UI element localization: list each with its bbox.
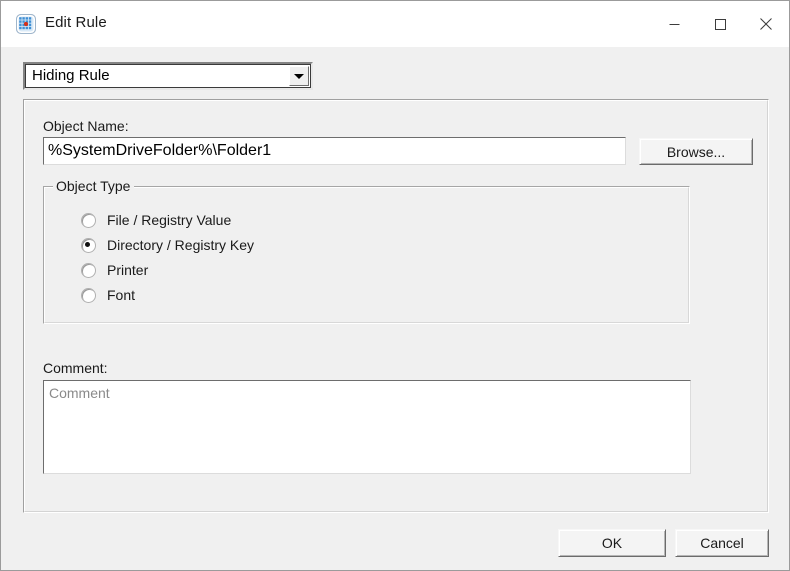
radio-mark-icon (81, 287, 96, 303)
rule-type-combo[interactable]: Hiding Rule (23, 62, 313, 90)
radio-label: File / Registry Value (107, 212, 232, 228)
radio-mark-icon (81, 212, 96, 228)
browse-button[interactable]: Browse... (639, 138, 753, 165)
chevron-down-icon[interactable] (289, 66, 309, 86)
radio-label: Printer (107, 262, 149, 278)
radio-file-registry-value[interactable]: File / Registry Value (81, 212, 231, 228)
object-name-label: Object Name: (43, 118, 129, 134)
radio-printer[interactable]: Printer (81, 262, 148, 278)
object-type-groupbox: Object Type File / Registry Value Direct… (43, 178, 690, 324)
radio-label: Directory / Registry Key (107, 237, 255, 253)
comment-textarea[interactable] (43, 380, 691, 474)
edit-rule-dialog: Edit Rule Hiding Rule Object Name: %Syst… (0, 0, 790, 571)
rule-type-value: Hiding Rule (32, 67, 110, 84)
radio-directory-registry-key[interactable]: Directory / Registry Key (81, 237, 254, 253)
object-name-input[interactable] (43, 137, 626, 165)
maximize-button[interactable] (697, 1, 743, 47)
minimize-button[interactable] (651, 1, 697, 47)
window-title: Edit Rule (45, 14, 107, 31)
object-type-legend: Object Type (53, 178, 135, 194)
radio-mark-icon (81, 262, 96, 278)
radio-label: Font (107, 287, 136, 303)
rule-settings-panel: Object Name: Browse... Object Type File … (23, 99, 769, 513)
cancel-button[interactable]: Cancel (675, 529, 769, 557)
window-controls (651, 1, 789, 47)
radio-mark-icon (81, 237, 96, 253)
ok-button[interactable]: OK (558, 529, 666, 557)
dialog-client-area: Hiding Rule Object Name: Browse... Objec… (1, 47, 789, 570)
comment-label: Comment: (43, 360, 108, 376)
close-button[interactable] (743, 1, 789, 47)
title-bar: Edit Rule (1, 1, 789, 48)
radio-font[interactable]: Font (81, 287, 135, 303)
globe-grid-icon (15, 13, 37, 35)
